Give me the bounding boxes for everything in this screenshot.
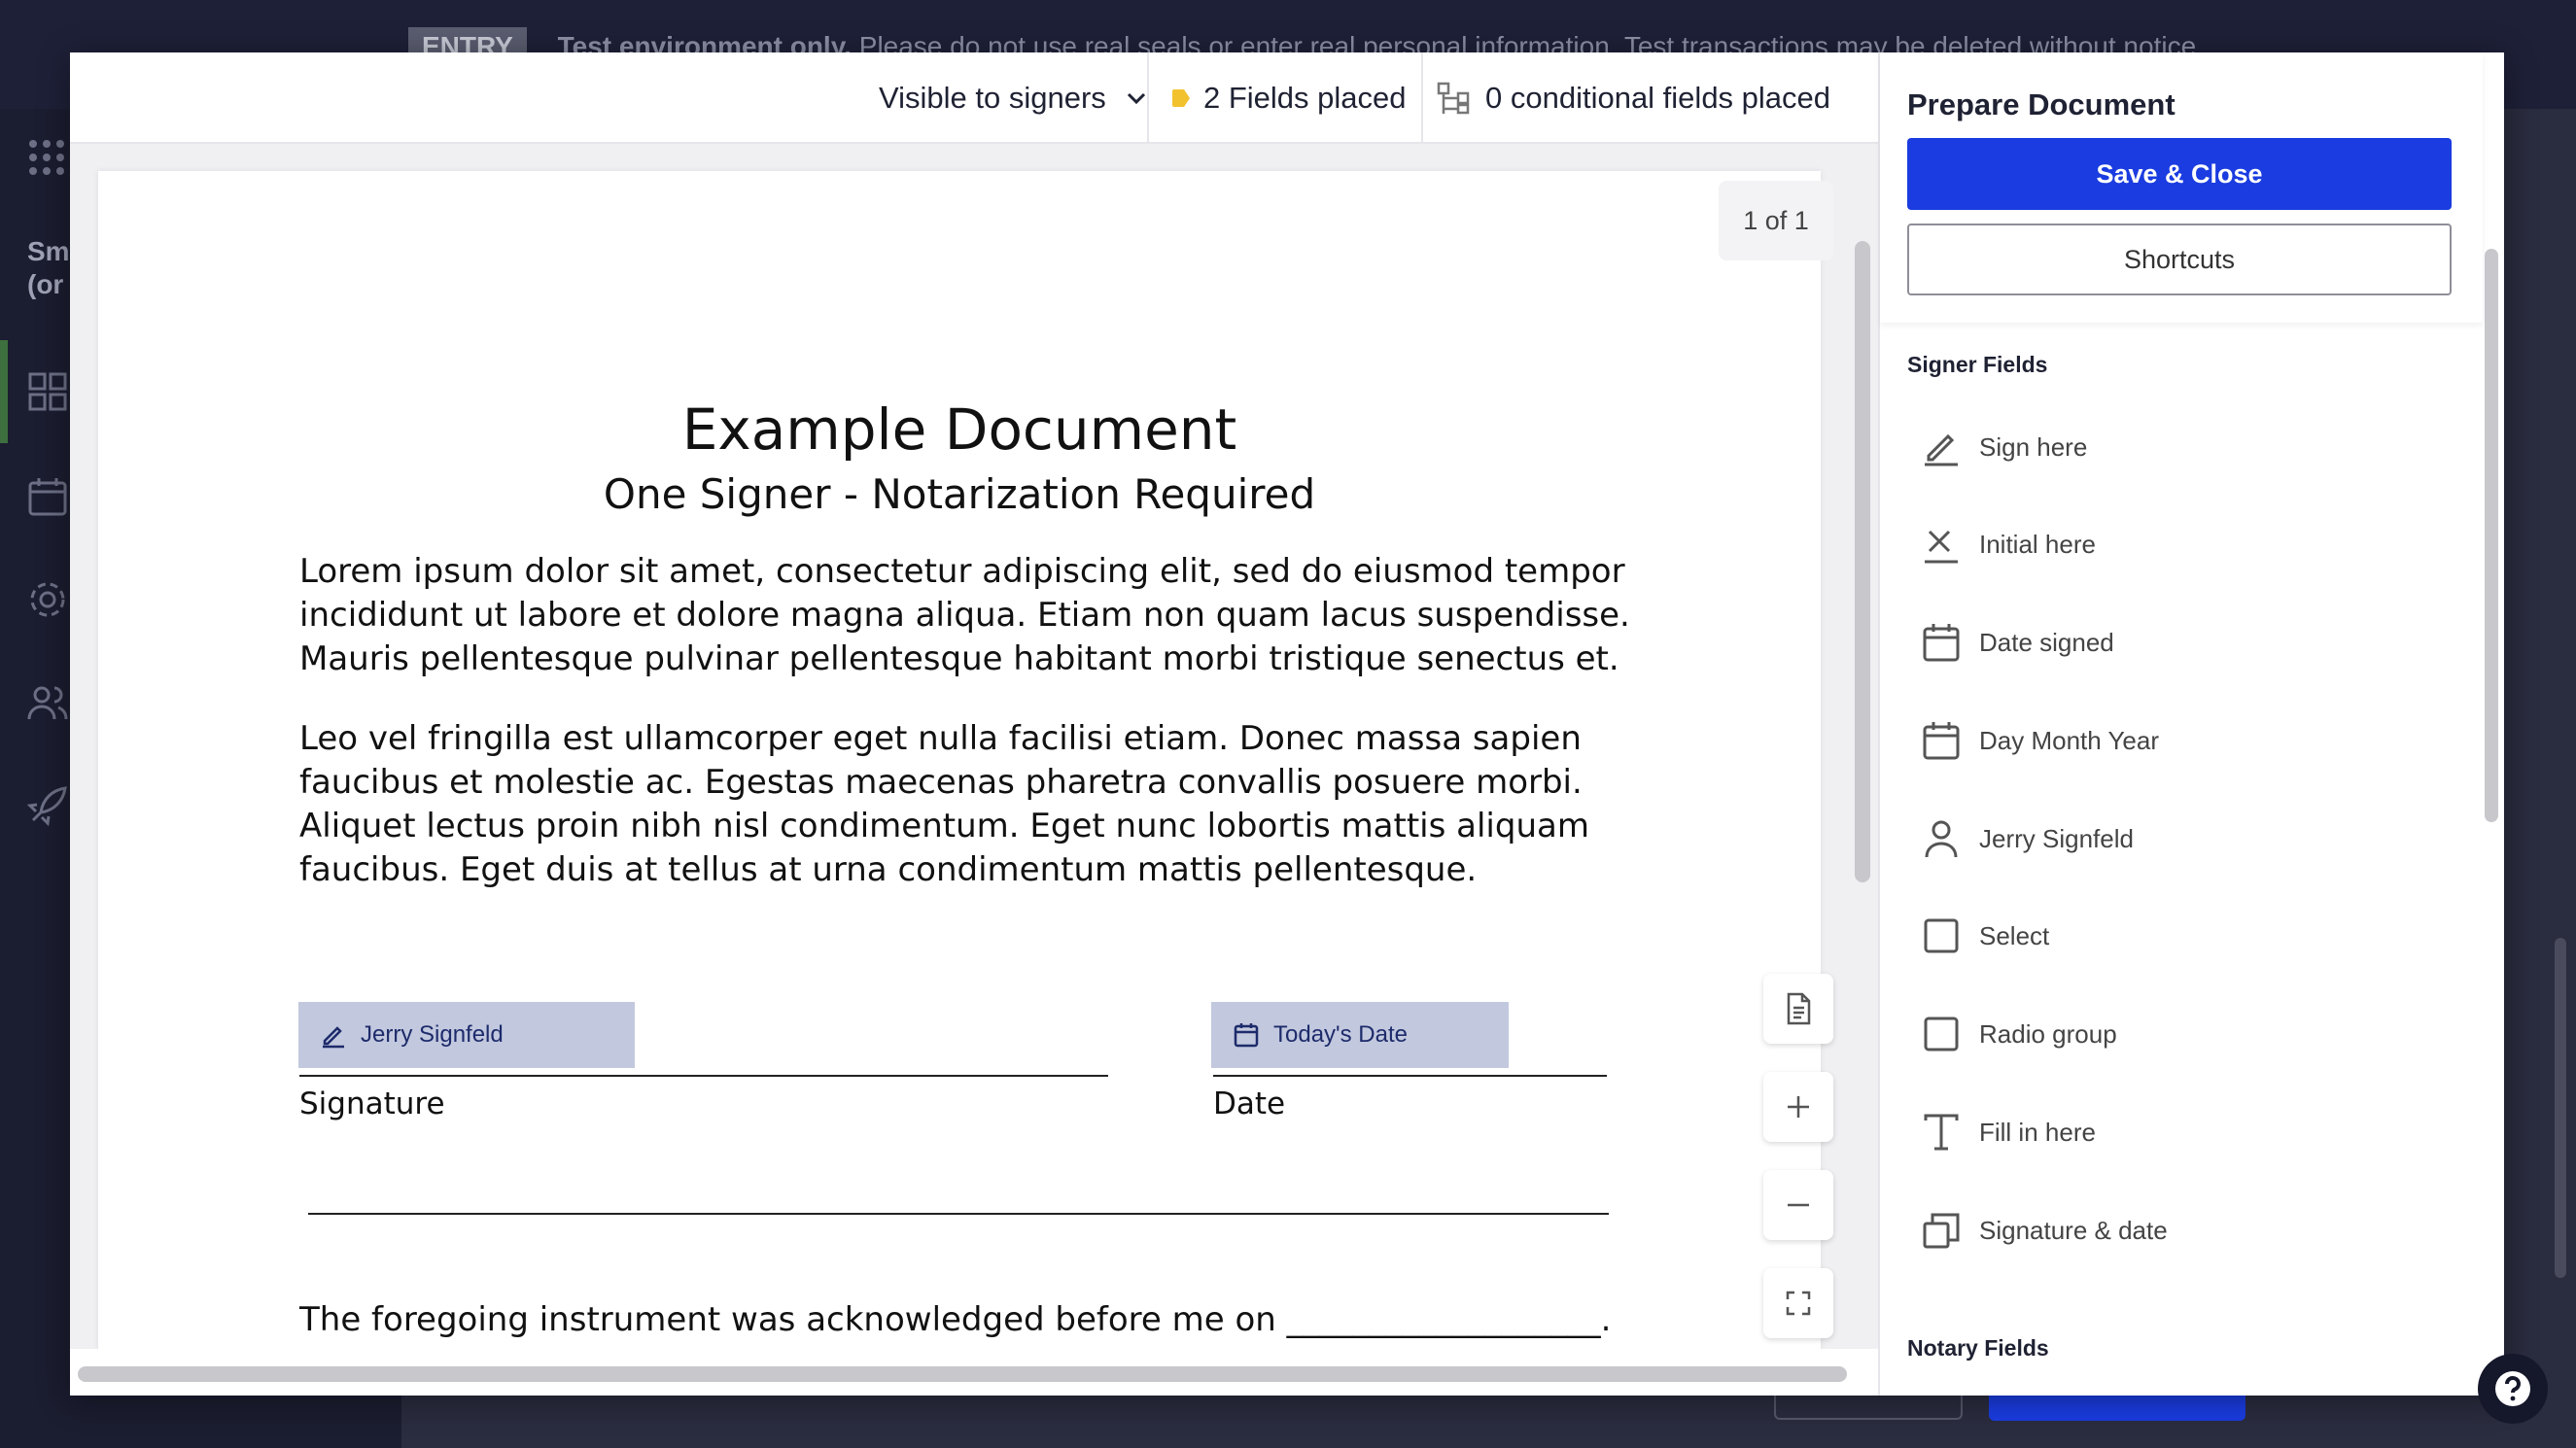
- background-scrollbar[interactable]: [2555, 938, 2566, 1278]
- field-label: Initial here: [1979, 529, 2096, 559]
- notary-line: [308, 1213, 1609, 1215]
- field-label: Date signed: [1979, 627, 2114, 657]
- visibility-label: Visible to signers: [879, 81, 1106, 115]
- app-grid-icon[interactable]: [27, 138, 66, 177]
- field-select[interactable]: Select: [1907, 897, 2452, 975]
- panel-scrollbar[interactable]: [2485, 249, 2498, 822]
- users-icon[interactable]: [27, 682, 68, 723]
- signature-field-label: Jerry Signfeld: [361, 1021, 504, 1048]
- field-label: Jerry Signfeld: [1979, 823, 2134, 853]
- background-button-primary: [1989, 1396, 2245, 1421]
- person-icon: [1925, 820, 1958, 858]
- signature-line: [299, 1075, 1108, 1077]
- sidebar-active-indicator: [0, 340, 8, 443]
- rocket-icon[interactable]: [27, 785, 68, 826]
- date-line: [1213, 1075, 1607, 1077]
- chevron-down-icon: [1127, 92, 1145, 105]
- document-viewport[interactable]: Example Document One Signer - Notarizati…: [70, 144, 1878, 1349]
- field-label: Radio group: [1979, 1018, 2117, 1049]
- checkbox-icon: [1924, 1017, 1959, 1052]
- save-close-button[interactable]: Save & Close: [1907, 138, 2452, 210]
- signature-field-chip[interactable]: Jerry Signfeld: [298, 1002, 635, 1068]
- shortcuts-button[interactable]: Shortcuts: [1907, 224, 2452, 295]
- pen-icon: [1925, 433, 1958, 466]
- document-paragraph-1: Lorem ipsum dolor sit amet, consectetur …: [299, 552, 1630, 678]
- field-label: Select: [1979, 920, 2050, 950]
- calendar-icon: [1923, 722, 1960, 760]
- document-subtitle: One Signer - Notarization Required: [603, 470, 1316, 518]
- document-title: Example Document: [681, 396, 1237, 463]
- date-field-label: Today's Date: [1273, 1021, 1408, 1048]
- document-page[interactable]: Example Document One Signer - Notarizati…: [98, 171, 1821, 1349]
- question-icon: [2495, 1371, 2530, 1406]
- field-radio-group[interactable]: Radio group: [1907, 995, 2452, 1073]
- calendar-icon: [1234, 1023, 1259, 1048]
- fullscreen-icon: [1786, 1291, 1811, 1316]
- field-sign-here[interactable]: Sign here: [1907, 408, 2452, 486]
- signature-label: Signature: [299, 1086, 445, 1121]
- checkbox-icon: [1924, 918, 1959, 953]
- plus-icon: [1788, 1096, 1809, 1118]
- page-counter: 1 of 1: [1719, 181, 1833, 260]
- hierarchy-icon: [1437, 82, 1470, 115]
- zoom-in-button[interactable]: [1763, 1072, 1833, 1142]
- pen-icon: [323, 1026, 344, 1049]
- calendar-icon: [1923, 624, 1960, 662]
- text-t-icon: [1924, 1114, 1959, 1151]
- document-vertical-scrollbar[interactable]: [1855, 241, 1870, 882]
- initial-x-icon: [1925, 530, 1958, 564]
- help-button[interactable]: [2478, 1354, 2548, 1424]
- field-initial-here[interactable]: Initial here: [1907, 505, 2452, 583]
- sidebar-brand: Sm (or: [27, 236, 70, 299]
- stacked-squares-icon: [1923, 1213, 1960, 1249]
- date-label: Date: [1213, 1086, 1286, 1121]
- conditional-fields-count: 0 conditional fields placed: [1485, 81, 1831, 115]
- prepare-document-modal: Visible to signers 2 Fields placed 0 con…: [70, 52, 2504, 1396]
- fullscreen-button[interactable]: [1763, 1268, 1833, 1338]
- conditional-fields-indicator[interactable]: 0 conditional fields placed: [1421, 52, 1878, 144]
- document-outline-button[interactable]: [1763, 974, 1833, 1044]
- field-label: Fill in here: [1979, 1117, 2096, 1147]
- field-day-month-year[interactable]: Day Month Year: [1907, 702, 2452, 779]
- gear-icon[interactable]: [27, 579, 68, 620]
- document-toolbar: Visible to signers 2 Fields placed 0 con…: [70, 52, 1878, 144]
- zoom-out-button[interactable]: [1763, 1170, 1833, 1240]
- document-paragraph-2: Leo vel fringilla est ullamcorper eget n…: [299, 719, 1589, 889]
- field-signer-name[interactable]: Jerry Signfeld: [1907, 800, 2452, 878]
- field-label: Sign here: [1979, 431, 2088, 462]
- acknowledgement-text: The foregoing instrument was acknowledge…: [299, 1300, 1612, 1339]
- document-icon: [1787, 992, 1811, 1025]
- field-fill-in-here[interactable]: Fill in here: [1907, 1093, 2452, 1171]
- notary-fields-title: Notary Fields: [1907, 1335, 2049, 1361]
- field-label: Signature & date: [1979, 1215, 2168, 1245]
- panel-title: Prepare Document: [1907, 87, 2176, 121]
- prepare-panel: Prepare Document Save & Close Shortcuts …: [1878, 52, 2504, 1396]
- field-signature-and-date[interactable]: Signature & date: [1907, 1191, 2452, 1269]
- date-field-chip[interactable]: Today's Date: [1211, 1002, 1509, 1068]
- prepare-panel-header: Prepare Document Save & Close Shortcuts: [1880, 52, 2483, 323]
- tag-icon: [1172, 89, 1190, 107]
- signer-fields-title: Signer Fields: [1907, 352, 2048, 377]
- document-horizontal-scrollbar[interactable]: [78, 1366, 1847, 1382]
- fields-placed-count: 2 Fields placed: [1203, 81, 1407, 115]
- minus-icon: [1788, 1203, 1809, 1207]
- dashboard-icon[interactable]: [27, 371, 68, 412]
- field-label: Day Month Year: [1979, 725, 2160, 755]
- field-date-signed[interactable]: Date signed: [1907, 603, 2452, 681]
- calendar-icon[interactable]: [27, 476, 68, 517]
